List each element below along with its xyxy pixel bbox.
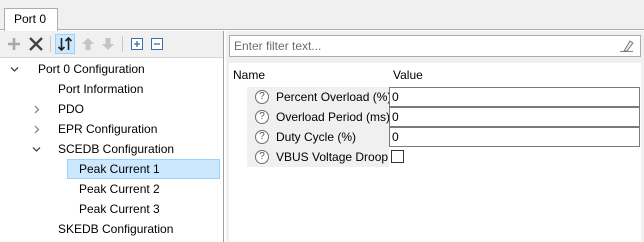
expand-toggle[interactable] (31, 99, 41, 119)
help-icon[interactable]: ? (255, 130, 269, 144)
tree-item-epr-configuration[interactable]: EPR Configuration (58, 119, 157, 139)
tree-item-scedb-configuration[interactable]: SCEDB Configuration (58, 139, 174, 159)
collapse-all-icon (151, 38, 163, 50)
property-name: Percent Overload (%) (276, 90, 392, 104)
tree-item-port-0-configuration[interactable]: Port 0 Configuration (38, 59, 145, 79)
percent-overload-field[interactable]: 0 (389, 87, 640, 107)
move-up-icon (82, 38, 94, 50)
value-column-header: Value (393, 68, 423, 82)
property-grid: Name Value ? Percent Overload (%) 0 ? Ov… (229, 63, 641, 242)
tab-port-0[interactable]: Port 0 (4, 8, 58, 31)
expand-all-icon (131, 38, 143, 50)
delete-icon (29, 37, 43, 51)
chevron-right-icon (34, 105, 39, 113)
expand-toggle[interactable] (9, 59, 19, 79)
property-value: 0 (392, 130, 399, 144)
name-column-header: Name (233, 68, 266, 82)
move-down-icon (102, 38, 114, 50)
help-icon[interactable]: ? (255, 150, 269, 164)
move-down-button[interactable] (98, 34, 118, 54)
property-name: Overload Period (ms) (276, 110, 391, 124)
property-row: ? VBUS Voltage Droop (229, 147, 641, 167)
tree-item-port-information[interactable]: Port Information (58, 79, 143, 99)
collapse-all-button[interactable] (147, 34, 167, 54)
chevron-down-icon (10, 66, 18, 72)
expand-toggle[interactable] (31, 139, 41, 159)
filter-input[interactable] (230, 36, 610, 56)
property-row: ? Duty Cycle (%) 0 (229, 127, 641, 147)
filter-box (229, 35, 641, 57)
delete-button[interactable] (26, 34, 46, 54)
expand-toggle[interactable] (31, 119, 41, 139)
move-up-button[interactable] (78, 34, 98, 54)
tab-bar: Port 0 (0, 0, 644, 31)
sort-button[interactable] (55, 34, 75, 54)
chevron-right-icon (34, 125, 39, 133)
left-panel: Port 0 Configuration Port Information PD… (0, 31, 224, 242)
property-row: ? Overload Period (ms) 0 (229, 107, 641, 127)
property-name: Duty Cycle (%) (276, 130, 357, 144)
property-row: ? Percent Overload (%) 0 (229, 87, 641, 107)
tree-item-skedb-configuration[interactable]: SKEDB Configuration (58, 219, 173, 239)
property-panel: Name Value ? Percent Overload (%) 0 ? Ov… (226, 31, 644, 242)
tree-item-pdo[interactable]: PDO (58, 99, 84, 119)
property-value: 0 (392, 90, 399, 104)
add-icon (8, 38, 20, 50)
toolbar-separator (50, 36, 51, 52)
sort-icon (57, 36, 73, 52)
vbus-voltage-droop-checkbox[interactable] (391, 150, 404, 163)
tree-item-peak-current-1[interactable]: Peak Current 1 (67, 159, 220, 179)
property-value: 0 (392, 110, 399, 124)
tree-item-peak-current-3[interactable]: Peak Current 3 (79, 199, 160, 219)
tree-toolbar (0, 31, 223, 58)
property-name: VBUS Voltage Droop (276, 150, 389, 164)
chevron-down-icon (32, 146, 40, 152)
add-button[interactable] (4, 34, 24, 54)
help-icon[interactable]: ? (255, 90, 269, 104)
toolbar-separator (122, 36, 123, 52)
overload-period-field[interactable]: 0 (389, 107, 640, 127)
expand-all-button[interactable] (127, 34, 147, 54)
clear-filter-icon[interactable] (618, 39, 634, 53)
help-icon[interactable]: ? (255, 110, 269, 124)
tree-item-peak-current-2[interactable]: Peak Current 2 (79, 179, 160, 199)
duty-cycle-field[interactable]: 0 (389, 127, 640, 147)
